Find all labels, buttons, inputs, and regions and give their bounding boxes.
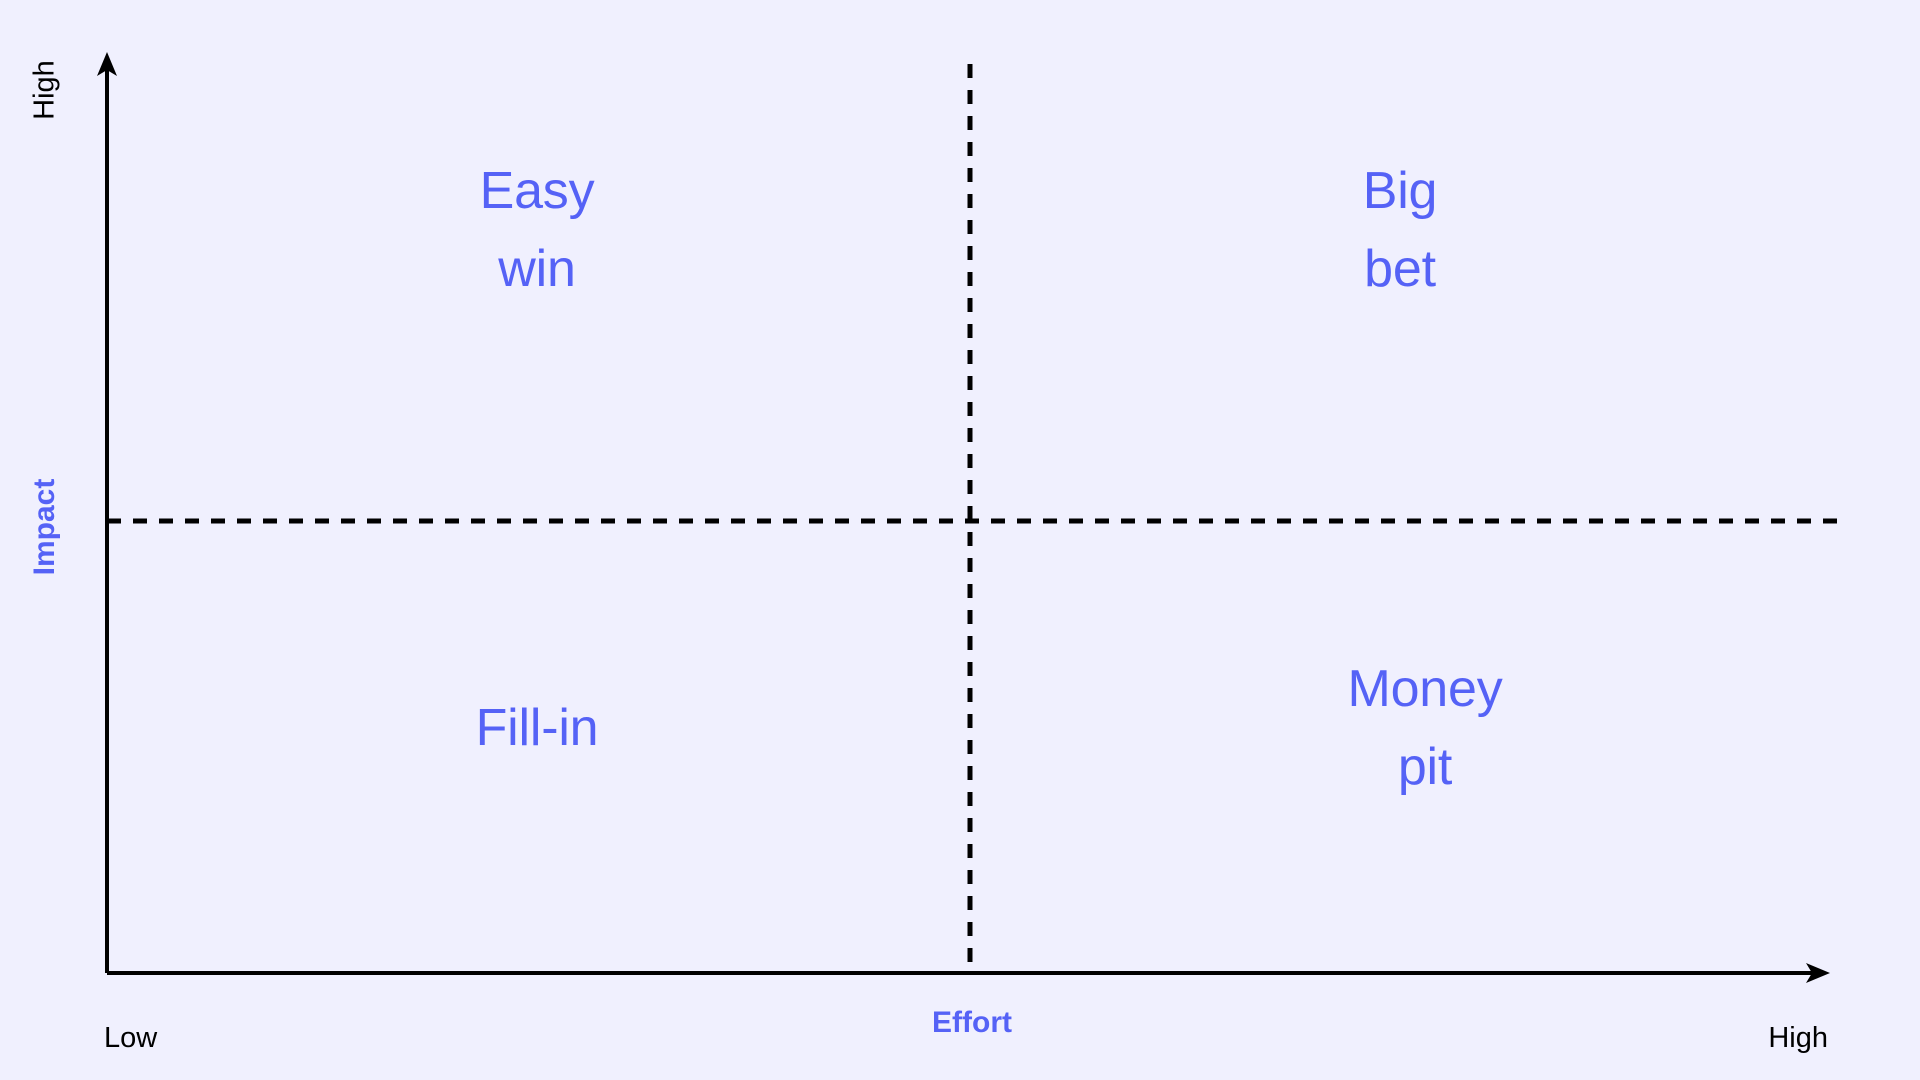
x-axis-line [107,963,1830,983]
quadrant-label-fill-in: Fill-in [475,699,599,757]
y-axis-title: Impact [28,478,61,576]
x-axis-high-label: High [1768,1022,1828,1054]
y-axis-line [97,52,117,973]
x-axis-low-label: Low [104,1022,158,1054]
quadrant-label-big-bet: Big bet [1362,162,1438,298]
effort-impact-matrix: Easy win Big bet Fill-in Money pit High … [0,0,1920,1080]
quadrant-label-money-pit: Money pit [1347,660,1503,796]
quadrant-label-easy-win: Easy win [479,162,595,298]
y-axis-high-label: High [28,60,61,120]
matrix-axes [97,52,1843,983]
x-axis-title: Effort [932,1006,1012,1039]
